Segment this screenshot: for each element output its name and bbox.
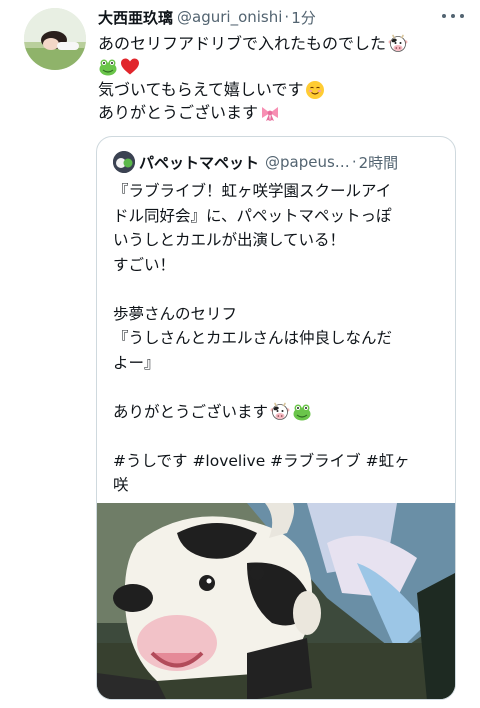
tweet-line-text: 気づいてもらえて嬉しいです (98, 80, 304, 99)
tweet-text: あのセリフアドリブで入れたものでした 気づいてもらえて嬉しいです ありがとうござ… (98, 32, 464, 124)
quoted-line-text: 『ラブライブ！虹ヶ咲学園スクールアイ (113, 182, 392, 200)
quoted-header: パペットマペット @papeus… · 2時間 (139, 151, 445, 173)
cow-face-icon (270, 402, 290, 422)
quoted-tweet[interactable]: パペットマペット @papeus… · 2時間 『ラブライブ！虹ヶ咲学園スクール… (96, 136, 456, 700)
separator: · (351, 153, 357, 171)
quoted-photo[interactable] (97, 503, 455, 699)
quoted-line: 咲 (113, 473, 445, 498)
timestamp[interactable]: 1分 (291, 7, 316, 28)
quoted-line: すごい！ (113, 253, 445, 278)
cow-face-icon (388, 34, 408, 54)
tweet-line-text: あのセリフアドリブで入れたものでした (98, 34, 387, 53)
quoted-text: 『ラブライブ！虹ヶ咲学園スクールアイ ドル同好会』に、パペットマペットっぽ いう… (113, 179, 445, 498)
quoted-line (113, 277, 445, 302)
frog-face-icon (98, 57, 118, 77)
separator: · (284, 8, 290, 26)
quoted-line-text: ありがとうございます (113, 402, 269, 421)
quoted-line-text: 歩夢さんのセリフ (113, 304, 238, 323)
quoted-line: ドル同好会』に、パペットマペットっぽ (113, 204, 445, 229)
more-dots-icon[interactable] (442, 8, 464, 24)
quoted-line: よー』 (113, 351, 445, 376)
quoted-author-handle[interactable]: @papeus… (265, 153, 350, 171)
tweet-line: 気づいてもらえて嬉しいです (98, 78, 464, 101)
quoted-line-text: すごい！ (113, 255, 176, 274)
tweet[interactable]: 大西亜玖璃 @aguri_onishi · 1分 あのセリフアドリブで入れたもの… (0, 0, 480, 708)
quoted-line: いうしとカエルが出演している！ (113, 228, 445, 253)
smiling-face-icon (305, 80, 325, 100)
quoted-line: 『うしさんとカエルさんは仲良しなんだ (113, 326, 445, 351)
tweet-line: ありがとうございます (98, 101, 464, 124)
quoted-avatar[interactable] (113, 151, 135, 173)
quoted-line: ありがとうございます (113, 400, 445, 425)
quoted-timestamp[interactable]: 2時間 (359, 152, 399, 173)
tweet-line: あのセリフアドリブで入れたものでした (98, 32, 464, 55)
hashtags[interactable]: 咲 (113, 473, 129, 498)
quoted-line-text: 『うしさんとカエルさんは仲良しなんだ (113, 329, 393, 347)
quoted-line-text: よー』 (113, 353, 160, 372)
ribbon-icon (260, 103, 280, 123)
author-handle[interactable]: @aguri_onishi (177, 8, 282, 26)
author-name[interactable]: 大西亜玖璃 (98, 7, 173, 28)
hashtags[interactable]: #うしです #lovelive #ラブライブ #虹ヶ (113, 449, 410, 474)
avatar[interactable] (24, 8, 86, 70)
quoted-author-name[interactable]: パペットマペット (139, 152, 259, 173)
quoted-line (113, 424, 445, 449)
quoted-line-text: いうしとカエルが出演している！ (113, 231, 346, 249)
tweet-line-text: ありがとうございます (98, 103, 259, 122)
quoted-line: 『ラブライブ！虹ヶ咲学園スクールアイ (113, 179, 445, 204)
quoted-line-text: ドル同好会』に、パペットマペットっぽ (113, 206, 392, 225)
red-heart-icon (120, 57, 140, 77)
quoted-line: #うしです #lovelive #ラブライブ #虹ヶ (113, 449, 445, 474)
tweet-header: 大西亜玖璃 @aguri_onishi · 1分 (98, 6, 464, 28)
quoted-line (113, 375, 445, 400)
tweet-line (98, 55, 464, 78)
quoted-line: 歩夢さんのセリフ (113, 302, 445, 327)
frog-face-icon (292, 402, 312, 422)
